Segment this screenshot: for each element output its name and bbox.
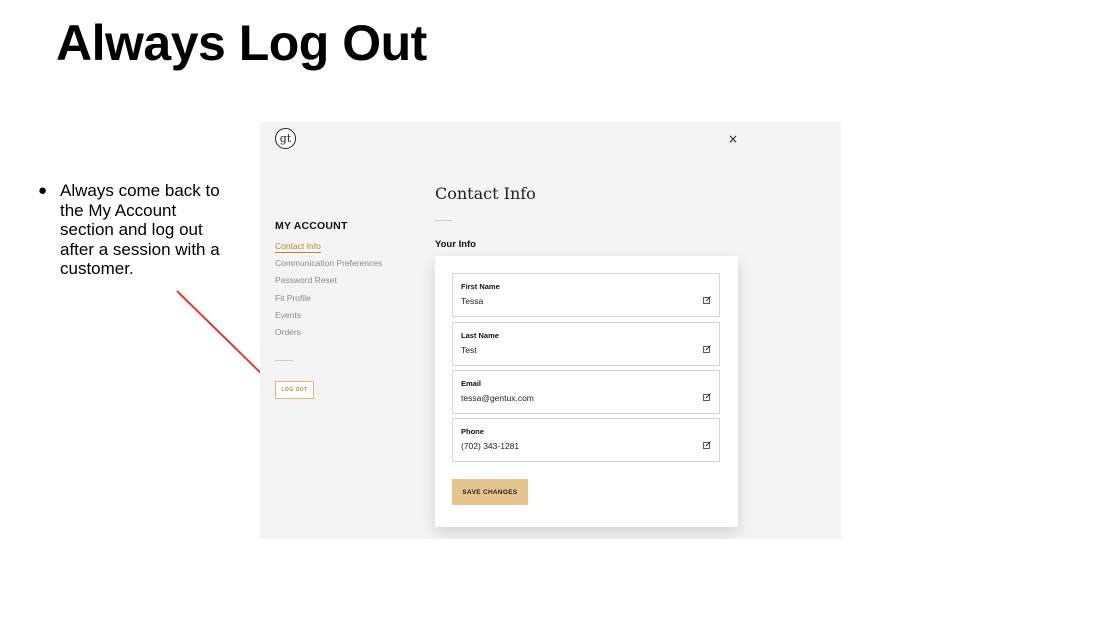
email-field[interactable]: Email tessa@gentux.com: [452, 370, 720, 414]
account-screenshot: gt × MY ACCOUNT Contact Info Communicati…: [260, 122, 841, 539]
contact-info-card: First Name Tessa Last Name Test Email te…: [435, 256, 738, 527]
sidebar-item-communication-preferences[interactable]: Communication Preferences: [275, 258, 382, 275]
first-name-field[interactable]: First Name Tessa: [452, 273, 720, 317]
sidebar-item-events[interactable]: Events: [275, 310, 382, 327]
field-label: Email: [461, 379, 482, 388]
gentux-logo[interactable]: gt: [275, 128, 296, 149]
slide-title: Always Log Out: [56, 15, 427, 71]
sidebar-item-password-reset[interactable]: Password Reset: [275, 275, 382, 292]
save-changes-button[interactable]: SAVE CHANGES: [452, 479, 528, 505]
edit-icon[interactable]: [703, 345, 711, 353]
account-nav: Contact Info Communication Preferences P…: [275, 241, 382, 344]
sidebar-item-contact-info[interactable]: Contact Info: [275, 241, 382, 258]
sidebar-item-label: Contact Info: [275, 241, 321, 253]
field-label: First Name: [461, 282, 500, 291]
title-divider: [435, 220, 452, 221]
my-account-heading: MY ACCOUNT: [275, 220, 348, 232]
bullet-dot-icon: ●: [38, 182, 48, 199]
log-out-button[interactable]: LOG OUT: [275, 381, 314, 399]
sidebar-item-label: Communication Preferences: [275, 258, 383, 269]
bullet-point: ● Always come back to the My Account sec…: [38, 181, 228, 279]
edit-icon[interactable]: [703, 296, 711, 304]
field-label: Phone: [461, 427, 484, 436]
close-icon[interactable]: ×: [728, 133, 738, 145]
last-name-field[interactable]: Last Name Test: [452, 322, 720, 366]
field-label: Last Name: [461, 331, 499, 340]
field-value: tessa@gentux.com: [461, 393, 534, 403]
sidebar-item-label: Orders: [275, 326, 301, 337]
field-value: Tessa: [461, 296, 484, 306]
field-value: (702) 343-1281: [461, 441, 520, 451]
phone-field[interactable]: Phone (702) 343-1281: [452, 418, 720, 462]
sidebar-item-label: Fit Profile: [275, 292, 311, 303]
sidebar-divider: [275, 360, 293, 361]
bullet-text: Always come back to the My Account secti…: [60, 181, 220, 278]
page-title: Contact Info: [435, 184, 536, 203]
edit-icon[interactable]: [703, 441, 711, 449]
sidebar-item-label: Password Reset: [275, 275, 337, 286]
edit-icon[interactable]: [703, 393, 711, 401]
sidebar-item-fit-profile[interactable]: Fit Profile: [275, 293, 382, 310]
field-value: Test: [461, 345, 477, 355]
section-label: Your Info: [435, 239, 476, 250]
sidebar-item-orders[interactable]: Orders: [275, 327, 382, 344]
sidebar-item-label: Events: [275, 309, 301, 320]
